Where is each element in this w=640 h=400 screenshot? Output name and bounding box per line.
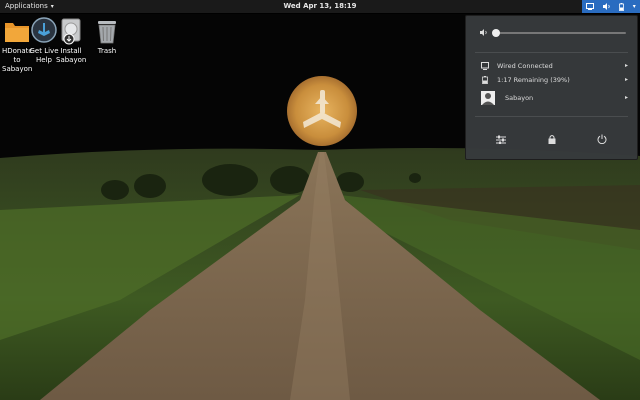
network-menu-item[interactable]: Wired Connected ▸ [475, 60, 628, 72]
user-menu-item[interactable]: Sabayon ▸ [475, 91, 628, 105]
menu-separator [475, 52, 628, 53]
desktop-icon-donate[interactable]: HDonate to Sabayon [2, 17, 33, 74]
desktop-icon-live-help[interactable]: Get Live Help [29, 17, 59, 65]
volume-icon [480, 29, 487, 36]
desktop-icon-installer[interactable]: Install Sabayon [56, 17, 86, 65]
battery-icon [619, 2, 625, 11]
settings-sliders-icon [496, 135, 506, 144]
battery-icon [482, 76, 488, 84]
volume-icon [602, 3, 610, 10]
system-status-menu: Wired Connected ▸ 1:17 Remaining (39%) ▸… [465, 15, 638, 160]
volume-row [480, 28, 628, 38]
top-panel: Applications ▾ Wed Apr 13, 18:19 ▾ [0, 0, 640, 14]
power-off-button[interactable] [595, 132, 609, 146]
clock-button[interactable]: Wed Apr 13, 18:19 [283, 2, 356, 10]
settings-button[interactable] [494, 132, 508, 146]
network-wired-icon [481, 62, 489, 70]
chevron-right-icon: ▸ [624, 94, 628, 101]
applications-label: Applications [5, 2, 48, 10]
volume-slider-handle[interactable] [492, 29, 500, 37]
menu-separator [475, 116, 628, 117]
trash-icon [93, 17, 121, 45]
lock-screen-button[interactable] [545, 132, 559, 146]
chevron-down-icon: ▾ [632, 3, 636, 10]
user-icon [482, 93, 494, 105]
network-wired-icon [586, 3, 595, 10]
network-status-label: Wired Connected [497, 62, 553, 70]
sabayon-help-icon [30, 17, 58, 45]
desktop-icon-trash[interactable]: Trash [92, 17, 122, 56]
user-name-label: Sabayon [505, 94, 534, 102]
folder-icon [3, 17, 31, 45]
chevron-right-icon: ▸ [624, 76, 628, 83]
desktop-icon-label: HDonate to [2, 47, 33, 64]
applications-menu-button[interactable]: Applications ▾ [5, 0, 54, 13]
chevron-right-icon: ▸ [624, 62, 628, 69]
desktop-icon-label: Sabayon [2, 65, 33, 73]
volume-slider[interactable] [492, 29, 626, 37]
battery-menu-item[interactable]: 1:17 Remaining (39%) ▸ [475, 74, 628, 86]
chevron-down-icon: ▾ [50, 3, 54, 10]
system-status-button[interactable]: ▾ [582, 0, 640, 13]
desktop-icon-label: Trash [97, 47, 117, 55]
desktop-icon-label: Help [36, 56, 52, 64]
battery-status-label: 1:17 Remaining (39%) [497, 76, 570, 84]
desktop-icon-label: Sabayon [56, 56, 87, 64]
power-icon [597, 134, 607, 144]
avatar [481, 91, 495, 105]
desktop-icon-label: Install [60, 47, 82, 55]
desktop-icon-label: Get Live [29, 47, 59, 55]
installer-icon [57, 17, 85, 45]
lock-icon [548, 135, 556, 144]
